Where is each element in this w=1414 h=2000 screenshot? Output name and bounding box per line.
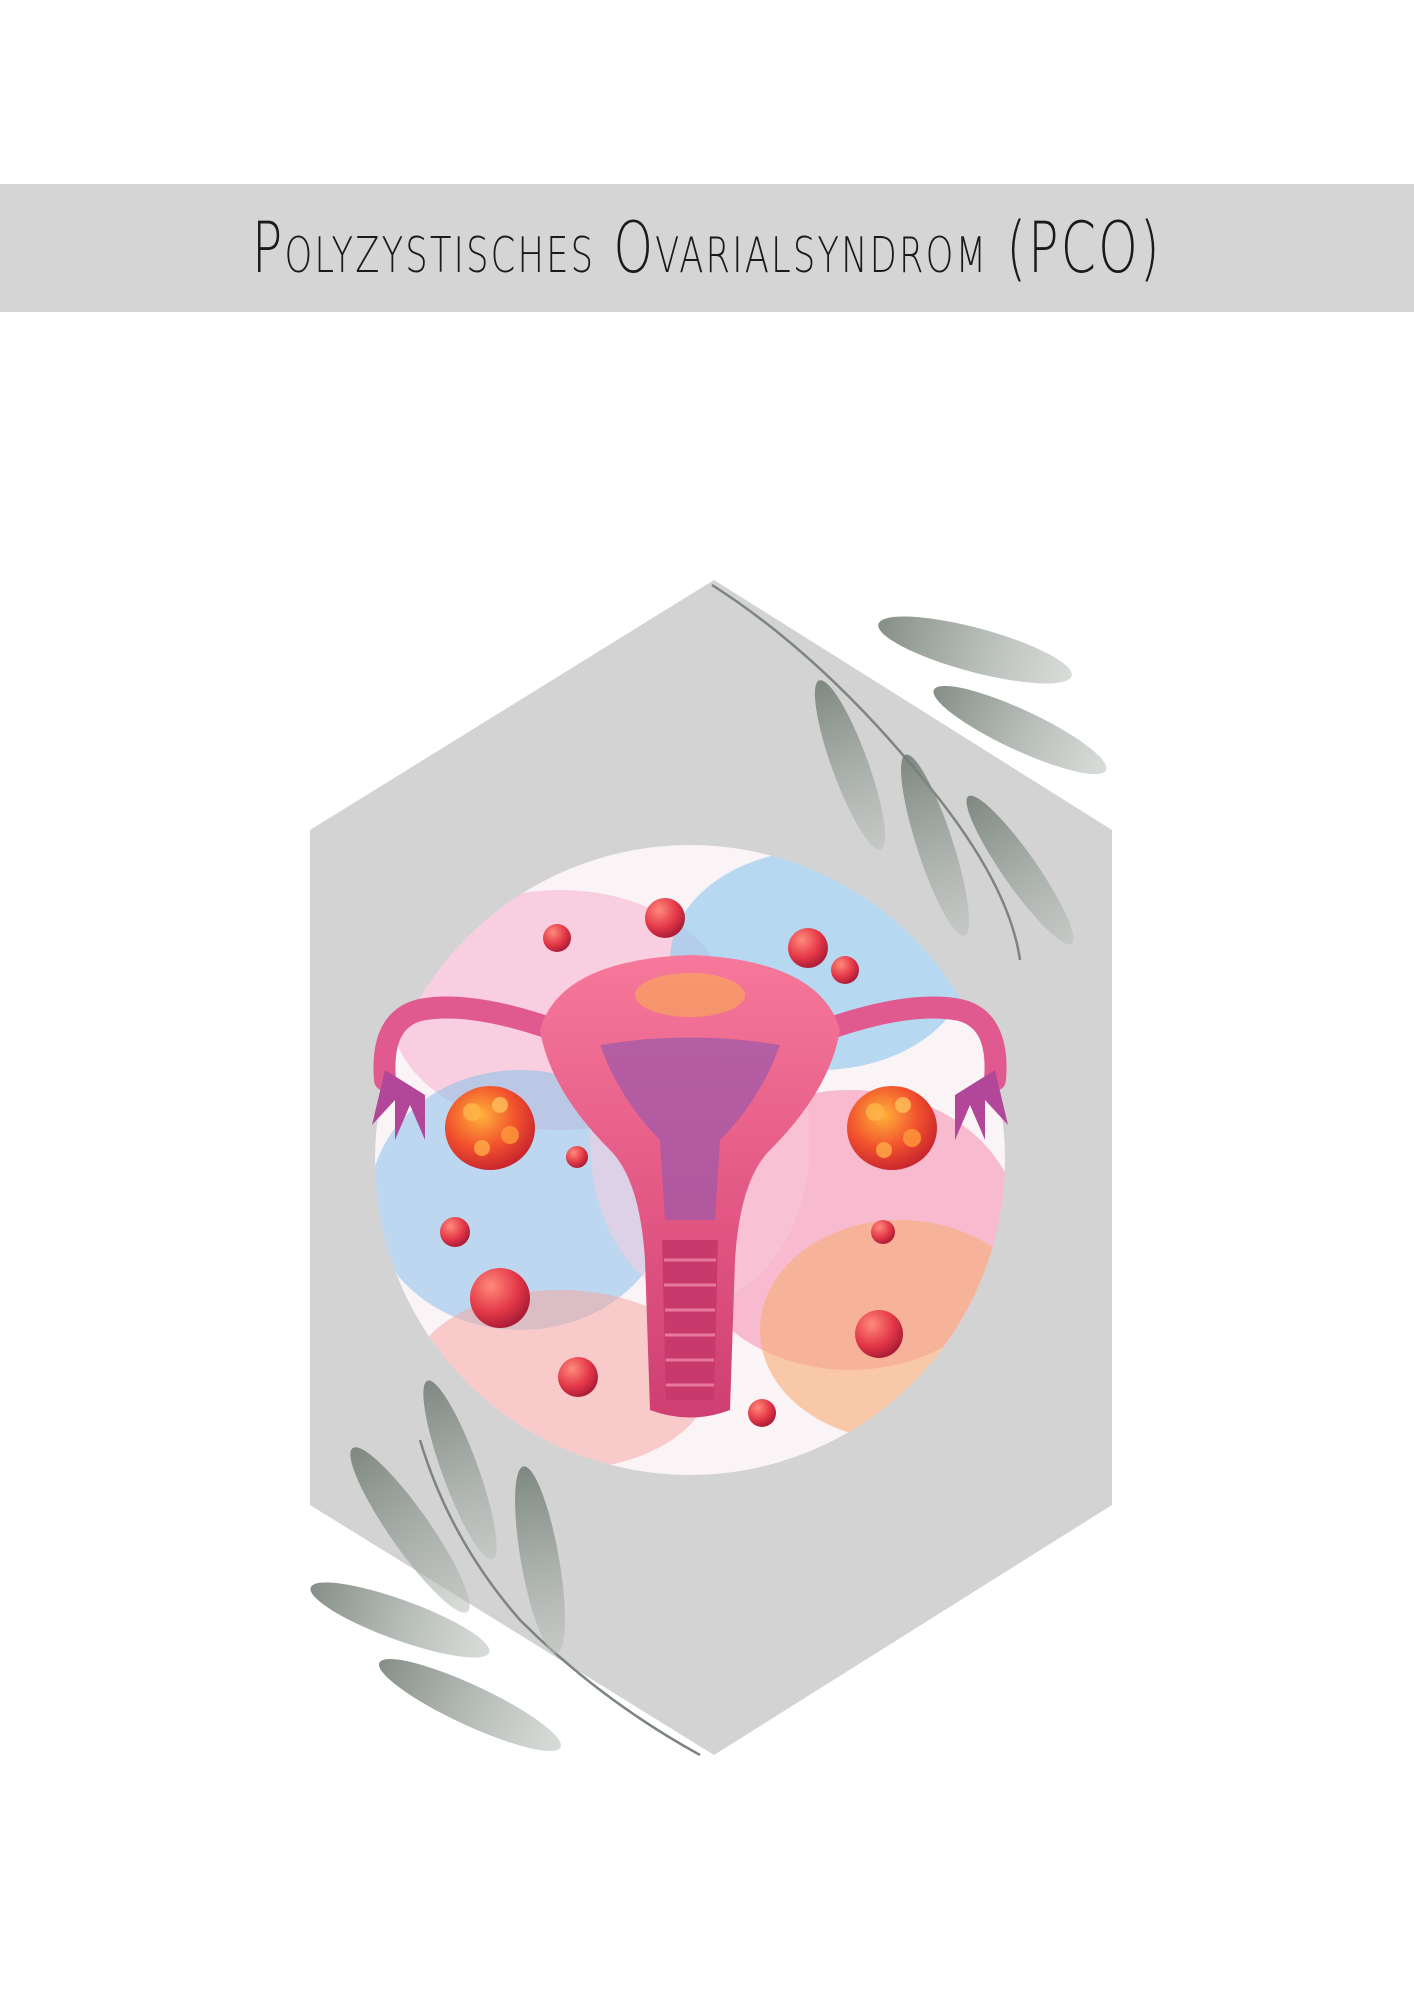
ovary-left-icon	[445, 1086, 535, 1170]
cover-illustration	[310, 580, 1112, 1757]
ovary-right-icon	[847, 1086, 937, 1170]
